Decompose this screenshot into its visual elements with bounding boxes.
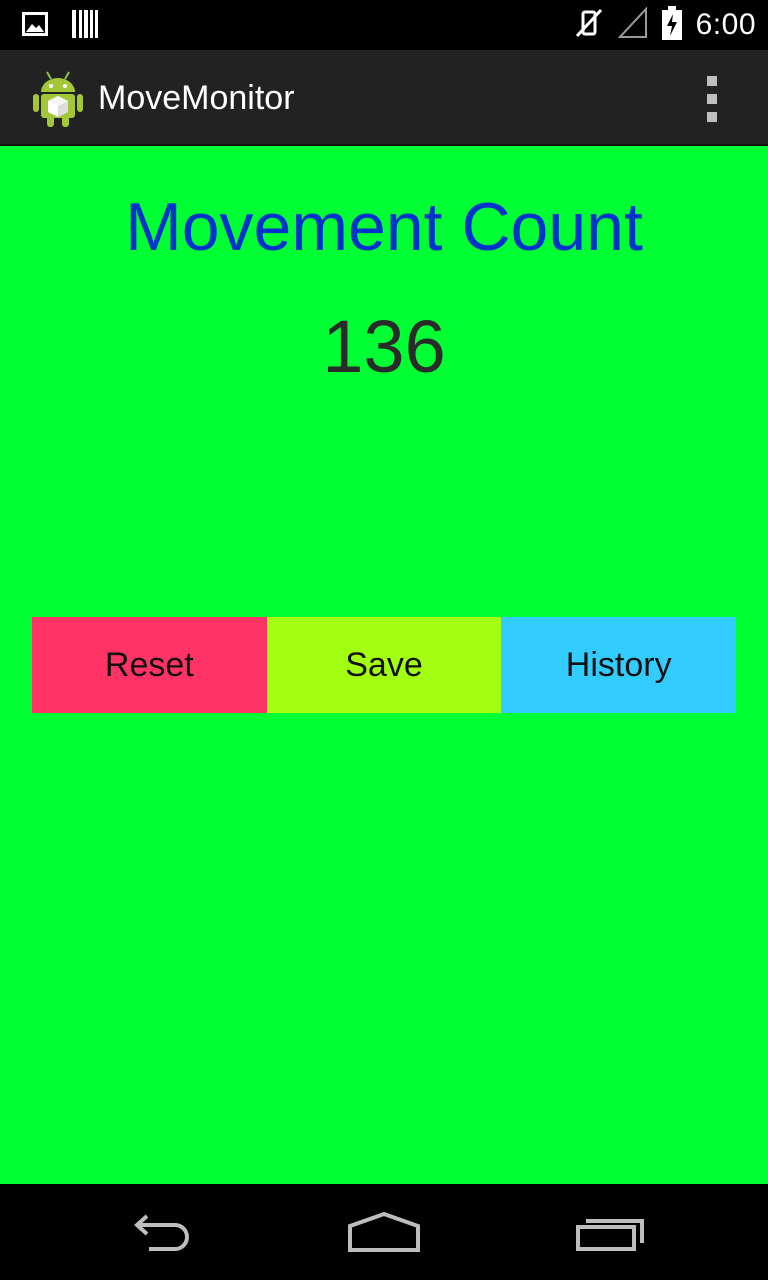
vibrate-off-icon: [574, 7, 604, 44]
app-title: MoveMonitor: [98, 79, 295, 117]
overflow-dot: [707, 94, 717, 104]
recent-apps-icon[interactable]: [565, 1208, 655, 1258]
action-bar: MoveMonitor: [0, 50, 768, 146]
barcode-notification-icon: [72, 10, 98, 43]
gallery-notification-icon: [22, 12, 48, 41]
navigation-bar: [0, 1184, 768, 1280]
status-bar: 6:00: [0, 0, 768, 50]
overflow-menu-icon[interactable]: [696, 76, 728, 122]
save-button[interactable]: Save: [266, 617, 502, 713]
action-button-row: Reset Save History: [32, 617, 737, 713]
main-content: Movement Count 136 Reset Save History: [0, 146, 768, 1184]
overflow-dot: [707, 76, 717, 86]
movement-count-value: 136: [322, 305, 446, 388]
status-time: 6:00: [695, 8, 756, 41]
system-status-icons: 6:00: [574, 0, 756, 50]
reset-button[interactable]: Reset: [32, 617, 267, 713]
notification-icons: [22, 10, 98, 43]
home-icon[interactable]: [339, 1208, 429, 1258]
movement-count-heading: Movement Count: [125, 189, 643, 265]
screen: 6:00 MoveMonitor Movement Count 136 Rese…: [0, 0, 768, 1280]
overflow-dot: [707, 112, 717, 122]
signal-icon: [617, 5, 648, 44]
android-robot-icon[interactable]: [30, 68, 86, 128]
battery-charging-icon: [661, 5, 682, 45]
back-icon[interactable]: [115, 1208, 205, 1258]
history-button[interactable]: History: [501, 617, 737, 713]
